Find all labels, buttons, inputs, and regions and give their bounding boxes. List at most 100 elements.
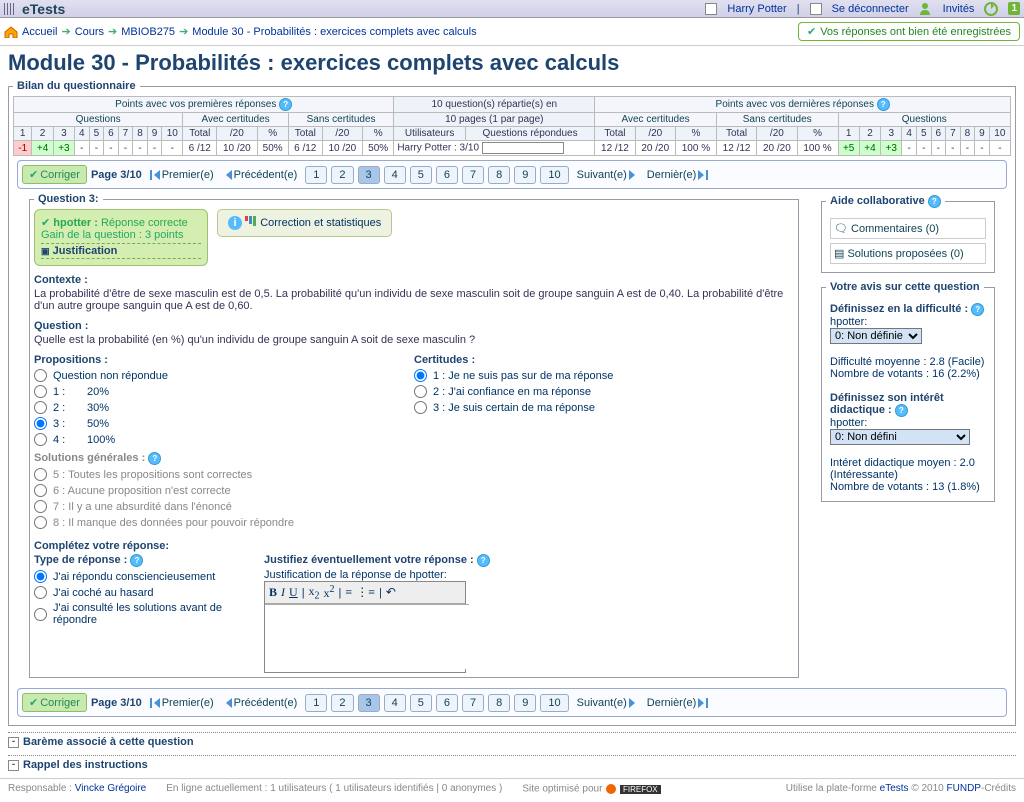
first-button[interactable]: Premier(e) (146, 695, 218, 711)
page-1[interactable]: 1 (305, 694, 327, 712)
help-icon[interactable]: ? (477, 554, 490, 567)
cert-3[interactable] (414, 401, 427, 414)
stats-button[interactable]: i Correction et statistiques (217, 209, 392, 237)
last-button[interactable]: Dernièr(e) (643, 695, 713, 711)
user-name[interactable]: Harry Potter (727, 3, 786, 15)
prop-3[interactable] (34, 417, 47, 430)
editor: B I U | x2 x2 | ≡ ⋮≡ | ↶ (264, 581, 466, 673)
arrow-icon: ➔ (179, 25, 188, 38)
guests-link[interactable]: Invités (943, 3, 975, 15)
page-4[interactable]: 4 (384, 694, 406, 712)
cert-label: 1 : Je ne suis pas sur de ma réponse (433, 370, 613, 382)
menu-icon[interactable] (4, 3, 18, 15)
sol-7[interactable] (34, 500, 47, 513)
refresh-icon[interactable] (984, 2, 998, 16)
sol-8[interactable] (34, 516, 47, 529)
cert-label: 3 : Je suis certain de ma réponse (433, 402, 595, 414)
page-6[interactable]: 6 (436, 166, 458, 184)
bareme-toggle[interactable]: - Barème associé à cette question (8, 732, 1016, 751)
prop-4[interactable] (34, 433, 47, 446)
cert-2[interactable] (414, 385, 427, 398)
prev-button[interactable]: Précédent(e) (222, 167, 302, 183)
page-7[interactable]: 7 (462, 166, 484, 184)
fundp-link[interactable]: FUNDP (947, 783, 981, 794)
difficulty-select[interactable]: 0: Non définie (830, 328, 922, 344)
page-10[interactable]: 10 (540, 166, 568, 184)
page-10[interactable]: 10 (540, 694, 568, 712)
page-title: Module 30 - Probabilités : exercices com… (8, 50, 1016, 76)
page-2[interactable]: 2 (331, 166, 353, 184)
justify-textarea[interactable] (265, 604, 469, 669)
page-1[interactable]: 1 (305, 166, 327, 184)
collab-box: Aide collaborative ? 🗨 Commentaires (0) … (821, 193, 995, 273)
ul-button[interactable]: ⋮≡ (356, 585, 375, 600)
question-text: Quelle est la probabilité (en %) qu'un i… (34, 334, 794, 346)
help-icon[interactable]: ? (895, 404, 908, 417)
breadcrumb-item[interactable]: MBIOB275 (121, 26, 175, 38)
logout-icon (810, 3, 822, 15)
prop-unanswered[interactable] (34, 369, 47, 382)
page-5[interactable]: 5 (410, 166, 432, 184)
help-icon[interactable]: ? (971, 303, 984, 316)
prop-label: 30% (87, 402, 109, 414)
last-button[interactable]: Dernièr(e) (643, 167, 713, 183)
breadcrumb-home[interactable]: Accueil (22, 26, 57, 38)
correct-button[interactable]: ✔Corriger (22, 693, 87, 712)
page-8[interactable]: 8 (488, 694, 510, 712)
bold-button[interactable]: B (269, 585, 277, 600)
page-4[interactable]: 4 (384, 166, 406, 184)
pages-info: 10 pages (1 par page) (394, 113, 595, 127)
sol-5[interactable] (34, 468, 47, 481)
interest-select[interactable]: 0: Non défini (830, 429, 970, 445)
type-3[interactable] (34, 608, 47, 621)
sub-button[interactable]: x2 (309, 584, 320, 601)
help-icon[interactable]: ? (877, 98, 890, 111)
without-cert: Sans certitudes (716, 113, 838, 127)
rappel-toggle[interactable]: - Rappel des instructions (8, 755, 1016, 774)
correct-button[interactable]: ✔Corriger (22, 165, 87, 184)
comments-button[interactable]: 🗨 Commentaires (0) (830, 218, 986, 239)
type-2[interactable] (34, 586, 47, 599)
solutions-button[interactable]: ▤ Solutions proposées (0) (830, 243, 986, 264)
page-3[interactable]: 3 (358, 166, 380, 184)
breadcrumb-item[interactable]: Module 30 - Probabilités : exercices com… (192, 26, 476, 38)
prop-2[interactable] (34, 401, 47, 414)
page-7[interactable]: 7 (462, 694, 484, 712)
responsible-link[interactable]: Vincke Grégoire (75, 783, 147, 794)
app-title: eTests (22, 1, 65, 17)
help-icon[interactable]: ? (148, 452, 161, 465)
prop-label: 100% (87, 434, 115, 446)
home-icon[interactable] (4, 26, 18, 38)
underline-button[interactable]: U (289, 585, 298, 600)
prop-1[interactable] (34, 385, 47, 398)
type-1[interactable] (34, 570, 47, 583)
next-button[interactable]: Suivant(e) (573, 695, 639, 711)
breadcrumb-item[interactable]: Cours (75, 26, 104, 38)
prev-button[interactable]: Précédent(e) (222, 695, 302, 711)
help-icon[interactable]: ? (928, 195, 941, 208)
help-icon[interactable]: ? (130, 554, 143, 567)
last-resp-header: Points avec vos dernières réponses (716, 99, 874, 110)
page-5[interactable]: 5 (410, 694, 432, 712)
logout-link[interactable]: Se déconnecter (832, 3, 909, 15)
cert-1[interactable] (414, 369, 427, 382)
first-button[interactable]: Premier(e) (146, 167, 218, 183)
interest-avg: Intéret didactique moyen : 2.0 (Intéress… (830, 457, 975, 481)
answered-h: Questions répondues (465, 127, 594, 141)
undo-button[interactable]: ↶ (386, 585, 396, 600)
collapse-icon: - (8, 737, 19, 748)
sup-button[interactable]: x2 (324, 584, 335, 601)
page-9[interactable]: 9 (514, 166, 536, 184)
pager-top: ✔Corriger Page 3/10 Premier(e) Précédent… (17, 160, 1007, 189)
page-2[interactable]: 2 (331, 694, 353, 712)
italic-button[interactable]: I (281, 585, 285, 600)
etests-link[interactable]: eTests (880, 783, 909, 794)
page-3[interactable]: 3 (358, 694, 380, 712)
next-button[interactable]: Suivant(e) (573, 167, 639, 183)
ol-button[interactable]: ≡ (345, 585, 352, 600)
help-icon[interactable]: ? (279, 98, 292, 111)
sol-6[interactable] (34, 484, 47, 497)
page-6[interactable]: 6 (436, 694, 458, 712)
page-8[interactable]: 8 (488, 166, 510, 184)
page-9[interactable]: 9 (514, 694, 536, 712)
